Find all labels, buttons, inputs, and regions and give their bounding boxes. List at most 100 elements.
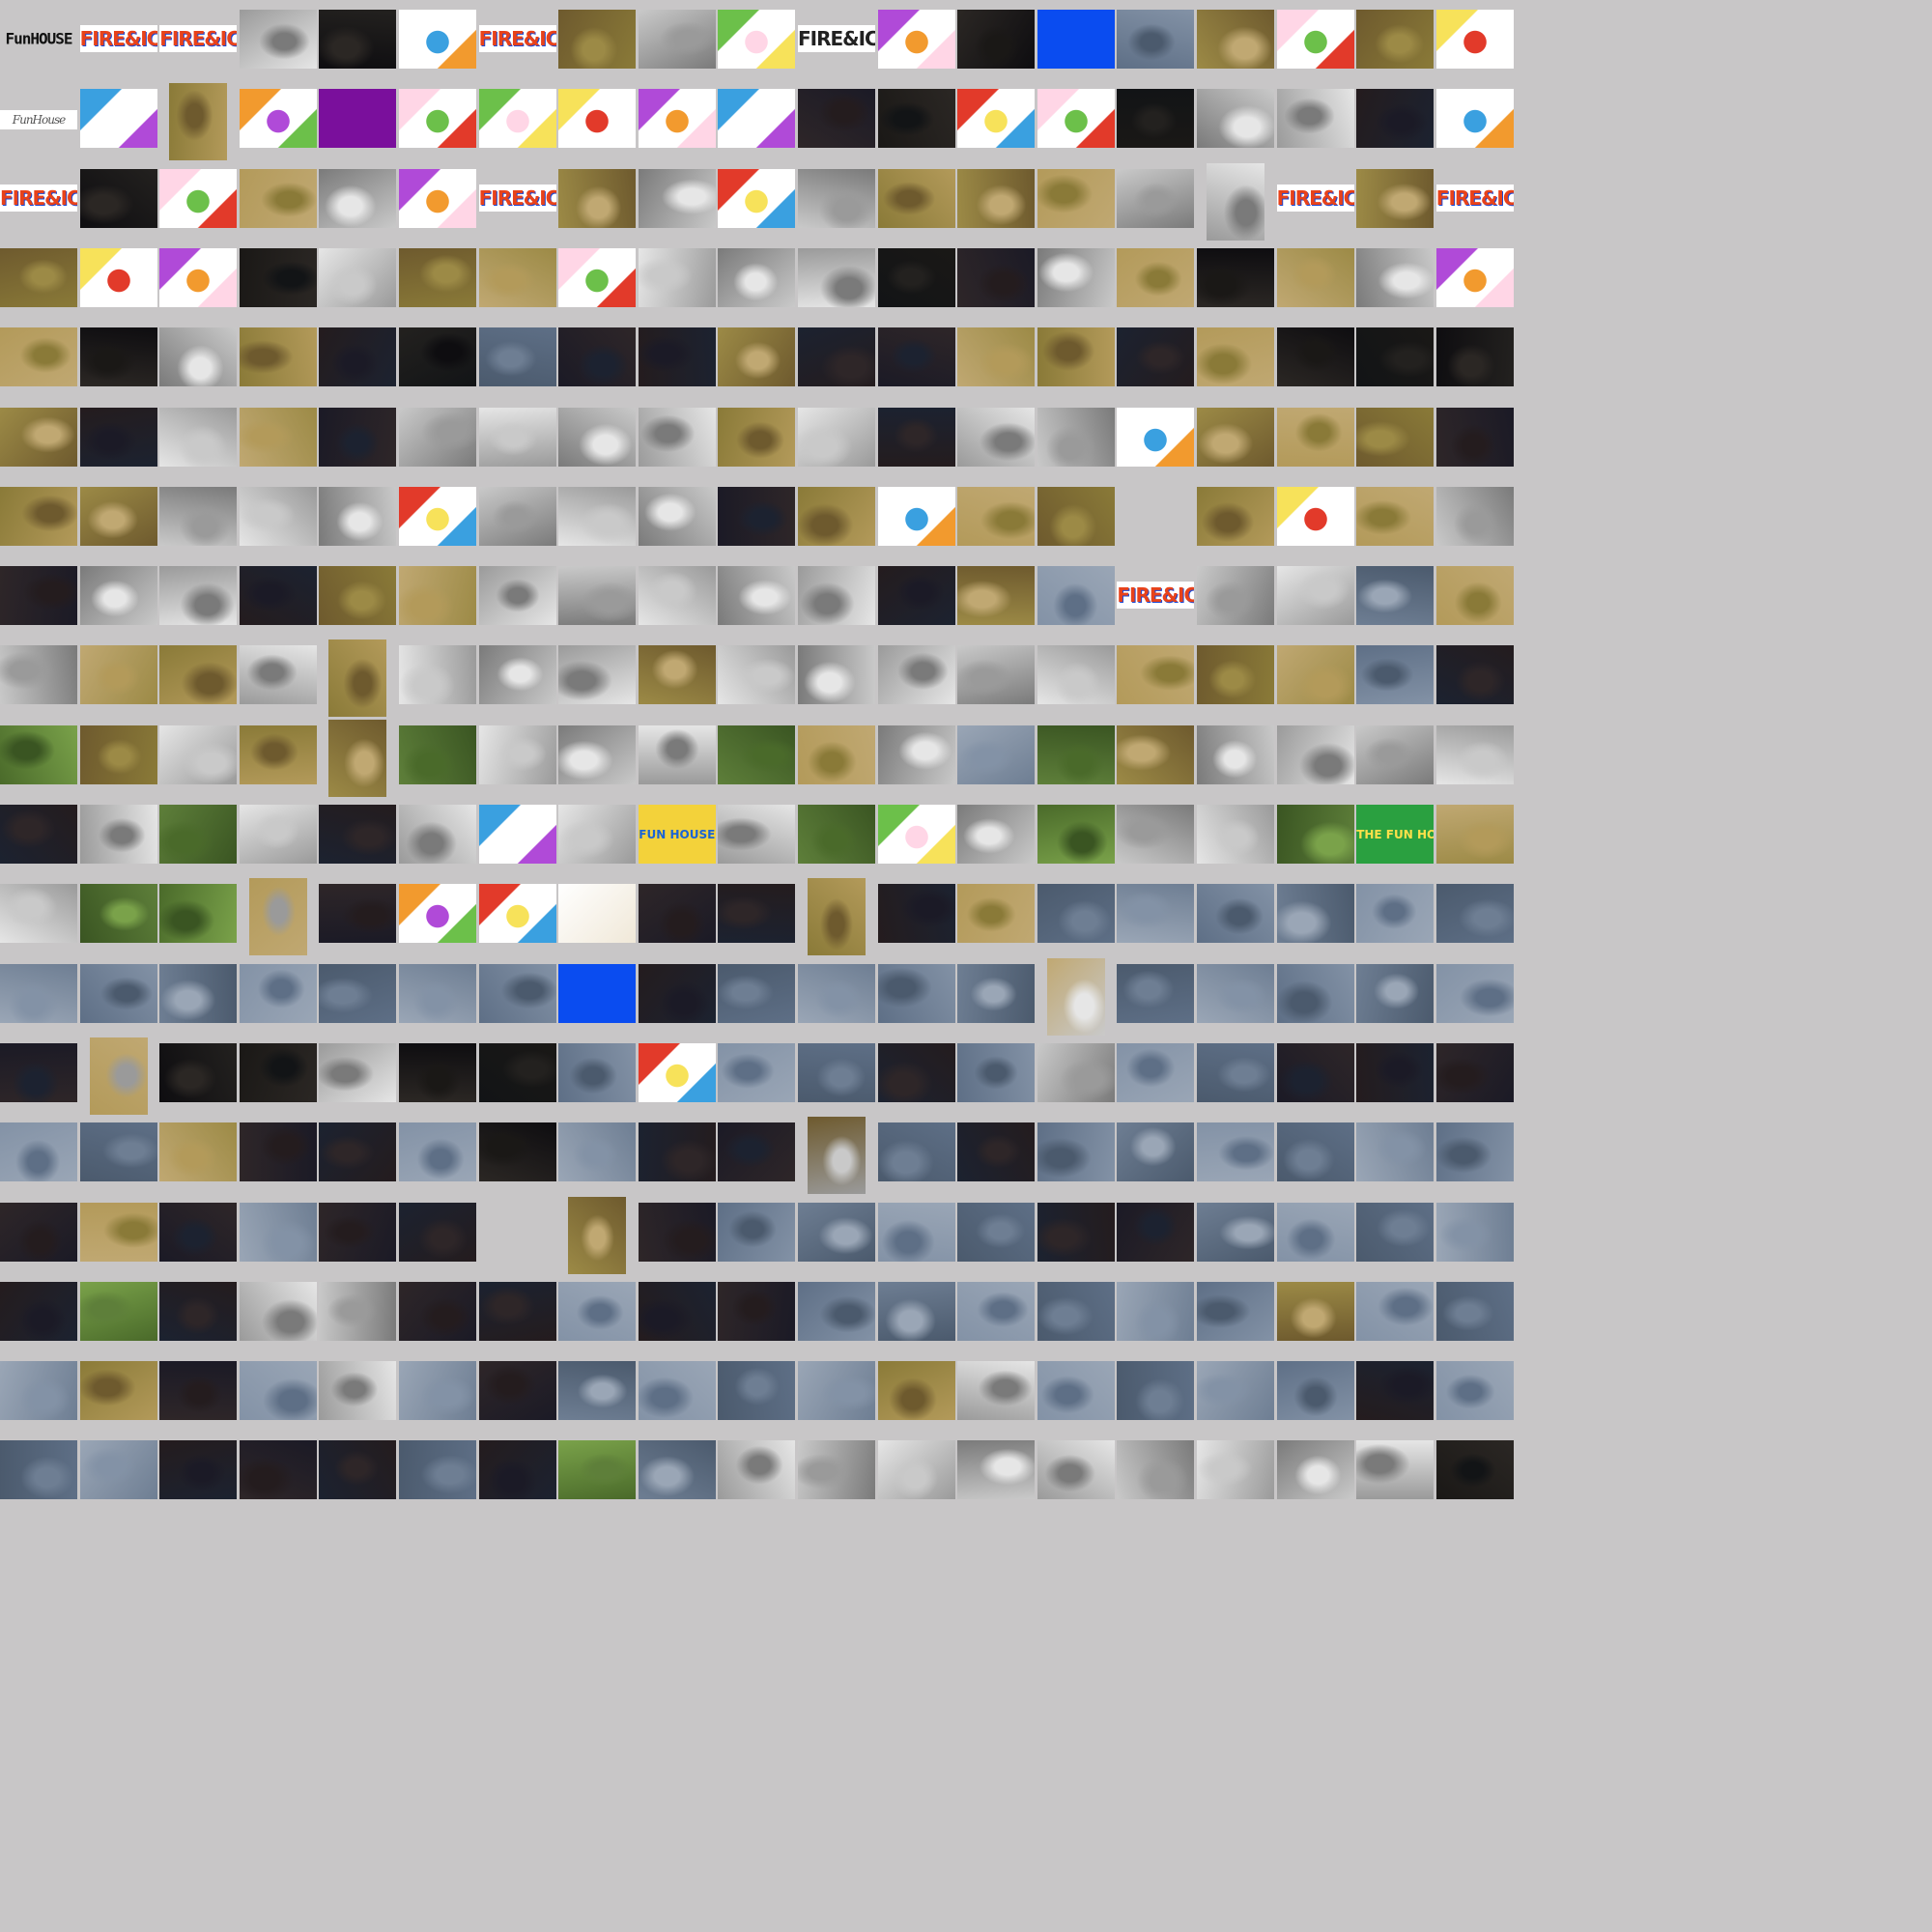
photo-thumbnail[interactable] bbox=[1117, 1202, 1195, 1262]
photo-thumbnail[interactable] bbox=[1037, 1281, 1115, 1341]
fun-house-banner-thumbnail[interactable]: FUN HOUSE bbox=[638, 805, 716, 864]
photo-thumbnail[interactable] bbox=[1356, 724, 1435, 784]
photo-thumbnail[interactable] bbox=[1207, 162, 1264, 241]
photo-thumbnail[interactable] bbox=[877, 1202, 955, 1262]
photo-thumbnail[interactable] bbox=[718, 1042, 796, 1102]
photo-thumbnail[interactable] bbox=[478, 724, 556, 784]
photo-thumbnail[interactable] bbox=[399, 327, 476, 387]
photo-thumbnail[interactable] bbox=[319, 327, 397, 387]
photo-thumbnail[interactable] bbox=[79, 963, 157, 1023]
photo-thumbnail[interactable] bbox=[1356, 1202, 1435, 1262]
photo-thumbnail[interactable] bbox=[1276, 805, 1354, 864]
photo-thumbnail[interactable] bbox=[558, 1361, 637, 1421]
photo-thumbnail[interactable] bbox=[1356, 486, 1435, 546]
photo-thumbnail[interactable] bbox=[79, 168, 157, 228]
photo-thumbnail[interactable] bbox=[239, 486, 317, 546]
photo-thumbnail[interactable] bbox=[638, 327, 716, 387]
photo-thumbnail[interactable] bbox=[957, 1440, 1036, 1500]
photo-thumbnail[interactable] bbox=[1117, 645, 1195, 705]
photo-thumbnail[interactable] bbox=[1037, 884, 1115, 944]
fire-ice-logo-thumbnail[interactable]: FIRE&ICE bbox=[478, 25, 556, 52]
photo-thumbnail[interactable] bbox=[1197, 963, 1274, 1023]
photo-thumbnail[interactable] bbox=[877, 1440, 955, 1500]
photo-thumbnail[interactable] bbox=[79, 724, 157, 784]
photo-thumbnail[interactable] bbox=[1276, 963, 1354, 1023]
photo-thumbnail[interactable] bbox=[718, 1281, 796, 1341]
photo-thumbnail[interactable] bbox=[319, 1440, 397, 1500]
photo-thumbnail[interactable] bbox=[638, 1440, 716, 1500]
photo-thumbnail[interactable] bbox=[1356, 1042, 1435, 1102]
photo-thumbnail[interactable] bbox=[239, 645, 317, 705]
photo-thumbnail[interactable] bbox=[239, 168, 317, 228]
photo-thumbnail[interactable] bbox=[478, 1281, 556, 1341]
photo-thumbnail[interactable] bbox=[718, 327, 796, 387]
photo-thumbnail[interactable] bbox=[957, 724, 1036, 784]
photo-thumbnail[interactable] bbox=[478, 486, 556, 546]
photo-thumbnail[interactable] bbox=[399, 1281, 476, 1341]
photo-thumbnail[interactable] bbox=[79, 566, 157, 626]
photo-thumbnail[interactable] bbox=[399, 1042, 476, 1102]
photo-thumbnail[interactable] bbox=[0, 327, 77, 387]
photo-thumbnail[interactable] bbox=[798, 486, 875, 546]
photo-thumbnail[interactable] bbox=[1276, 89, 1354, 149]
fire-ice-logo-thumbnail[interactable]: FIRE&ICE bbox=[1117, 582, 1195, 610]
photo-thumbnail[interactable] bbox=[1356, 89, 1435, 149]
funhouse-logo-thumbnail[interactable]: FunHOUSE bbox=[0, 25, 77, 52]
photo-thumbnail[interactable] bbox=[638, 1361, 716, 1421]
photo-thumbnail[interactable] bbox=[877, 10, 955, 69]
photo-thumbnail[interactable] bbox=[558, 1281, 637, 1341]
photo-thumbnail[interactable] bbox=[798, 566, 875, 626]
photo-thumbnail[interactable] bbox=[798, 1440, 875, 1500]
photo-thumbnail[interactable] bbox=[159, 1361, 238, 1421]
photo-thumbnail[interactable] bbox=[399, 247, 476, 307]
photo-thumbnail[interactable] bbox=[1276, 10, 1354, 69]
photo-thumbnail[interactable] bbox=[239, 566, 317, 626]
fire-ice-logo-thumbnail[interactable]: FIRE&ICE bbox=[798, 25, 875, 52]
fire-ice-logo-thumbnail[interactable]: FIRE&ICE bbox=[159, 25, 238, 52]
photo-thumbnail[interactable] bbox=[319, 168, 397, 228]
photo-thumbnail[interactable] bbox=[718, 1202, 796, 1262]
photo-thumbnail[interactable] bbox=[558, 884, 637, 944]
photo-thumbnail[interactable] bbox=[877, 724, 955, 784]
photo-thumbnail[interactable] bbox=[478, 1361, 556, 1421]
photo-thumbnail[interactable] bbox=[638, 645, 716, 705]
photo-thumbnail[interactable] bbox=[159, 1122, 238, 1182]
photo-thumbnail[interactable] bbox=[478, 247, 556, 307]
photo-thumbnail[interactable] bbox=[798, 963, 875, 1023]
photo-thumbnail[interactable] bbox=[239, 407, 317, 467]
photo-thumbnail[interactable] bbox=[1356, 1440, 1435, 1500]
photo-thumbnail[interactable] bbox=[558, 168, 637, 228]
photo-thumbnail[interactable] bbox=[1197, 724, 1274, 784]
photo-thumbnail[interactable] bbox=[957, 1361, 1036, 1421]
photo-thumbnail[interactable] bbox=[877, 1042, 955, 1102]
photo-thumbnail[interactable] bbox=[1117, 1440, 1195, 1500]
photo-thumbnail[interactable] bbox=[877, 407, 955, 467]
photo-thumbnail[interactable] bbox=[957, 1122, 1036, 1182]
photo-thumbnail[interactable] bbox=[1356, 10, 1435, 69]
photo-thumbnail[interactable] bbox=[718, 168, 796, 228]
photo-thumbnail[interactable] bbox=[79, 805, 157, 864]
photo-thumbnail[interactable] bbox=[239, 89, 317, 149]
photo-thumbnail[interactable] bbox=[1117, 1122, 1195, 1182]
photo-thumbnail[interactable] bbox=[239, 1361, 317, 1421]
photo-thumbnail[interactable] bbox=[877, 884, 955, 944]
photo-thumbnail[interactable] bbox=[1356, 884, 1435, 944]
photo-thumbnail[interactable] bbox=[328, 719, 387, 797]
photo-thumbnail[interactable] bbox=[798, 327, 875, 387]
photo-thumbnail[interactable] bbox=[1435, 645, 1514, 705]
photo-thumbnail[interactable] bbox=[1197, 805, 1274, 864]
photo-thumbnail[interactable] bbox=[1276, 884, 1354, 944]
photo-thumbnail[interactable] bbox=[1197, 327, 1274, 387]
photo-thumbnail[interactable] bbox=[1356, 645, 1435, 705]
photo-thumbnail[interactable] bbox=[319, 10, 397, 69]
photo-thumbnail[interactable] bbox=[319, 566, 397, 626]
fire-ice-logo-thumbnail[interactable]: FIRE&ICE bbox=[478, 184, 556, 212]
photo-thumbnail[interactable] bbox=[0, 486, 77, 546]
photo-thumbnail[interactable] bbox=[638, 247, 716, 307]
photo-thumbnail[interactable] bbox=[159, 963, 238, 1023]
photo-thumbnail[interactable] bbox=[79, 1281, 157, 1341]
photo-thumbnail[interactable] bbox=[399, 724, 476, 784]
photo-thumbnail[interactable] bbox=[1356, 168, 1435, 228]
fire-ice-logo-thumbnail[interactable]: FIRE&ICE bbox=[79, 25, 157, 52]
photo-thumbnail[interactable] bbox=[718, 566, 796, 626]
